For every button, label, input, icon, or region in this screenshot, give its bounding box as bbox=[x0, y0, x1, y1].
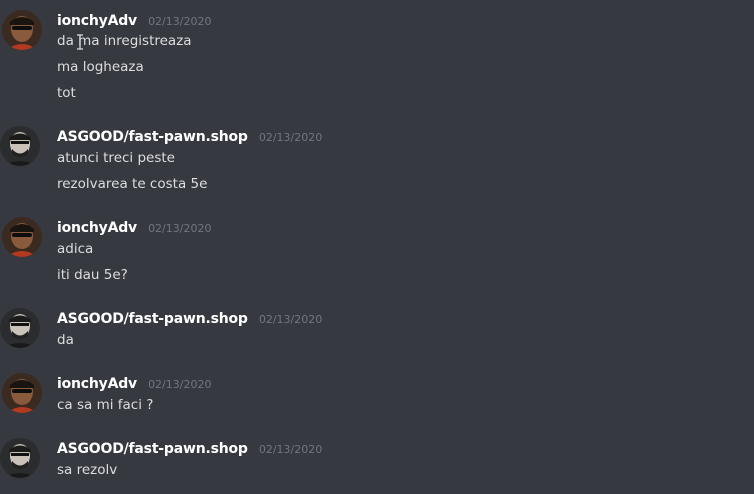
chat-messages: ionchyAdv 02/13/2020 da ma inregistreaza… bbox=[0, 0, 754, 494]
username[interactable]: ionchyAdv bbox=[57, 220, 137, 236]
user-avatar-ionchy[interactable] bbox=[2, 373, 42, 413]
timestamp: 02/13/2020 bbox=[258, 443, 323, 456]
message-header: ASGOOD/fast-pawn.shop 02/13/2020 bbox=[57, 126, 322, 146]
user-avatar-asgood[interactable] bbox=[0, 438, 40, 478]
message-text: tot bbox=[57, 85, 76, 101]
message-text: iti dau 5e? bbox=[57, 267, 128, 283]
timestamp: 02/13/2020 bbox=[148, 222, 212, 235]
user-avatar-ionchy[interactable] bbox=[2, 217, 42, 257]
message-text: adica bbox=[57, 241, 94, 257]
timestamp: 02/13/2020 bbox=[258, 313, 323, 326]
message-header: ionchyAdv 02/13/2020 bbox=[57, 217, 211, 237]
username[interactable]: ionchyAdv bbox=[57, 376, 137, 392]
timestamp: 02/13/2020 bbox=[148, 378, 212, 391]
message-header: ionchyAdv 02/13/2020 bbox=[57, 10, 211, 30]
message-text: rezolvarea te costa 5e bbox=[57, 176, 208, 192]
username[interactable]: ASGOOD/fast-pawn.shop bbox=[57, 129, 248, 145]
message-header: ASGOOD/fast-pawn.shop 02/13/2020 bbox=[57, 308, 322, 328]
message-text: da ma inregistreaza bbox=[57, 33, 192, 49]
user-avatar-asgood[interactable] bbox=[0, 308, 40, 348]
message-text: sa rezolv bbox=[57, 462, 118, 478]
user-avatar-ionchy[interactable] bbox=[2, 10, 42, 50]
user-avatar-asgood[interactable] bbox=[0, 126, 40, 166]
message-header: ionchyAdv 02/13/2020 bbox=[57, 373, 211, 393]
username[interactable]: ASGOOD/fast-pawn.shop bbox=[57, 311, 248, 327]
timestamp: 02/13/2020 bbox=[148, 15, 212, 28]
username[interactable]: ionchyAdv bbox=[57, 13, 137, 29]
message-header: ASGOOD/fast-pawn.shop 02/13/2020 bbox=[57, 438, 322, 458]
username[interactable]: ASGOOD/fast-pawn.shop bbox=[57, 441, 248, 457]
message-text: ma logheaza bbox=[57, 59, 144, 75]
message-text: atunci treci peste bbox=[57, 150, 175, 166]
message-text: ca sa mi faci ? bbox=[57, 397, 154, 413]
message-text: da bbox=[57, 332, 74, 348]
timestamp: 02/13/2020 bbox=[258, 131, 323, 144]
